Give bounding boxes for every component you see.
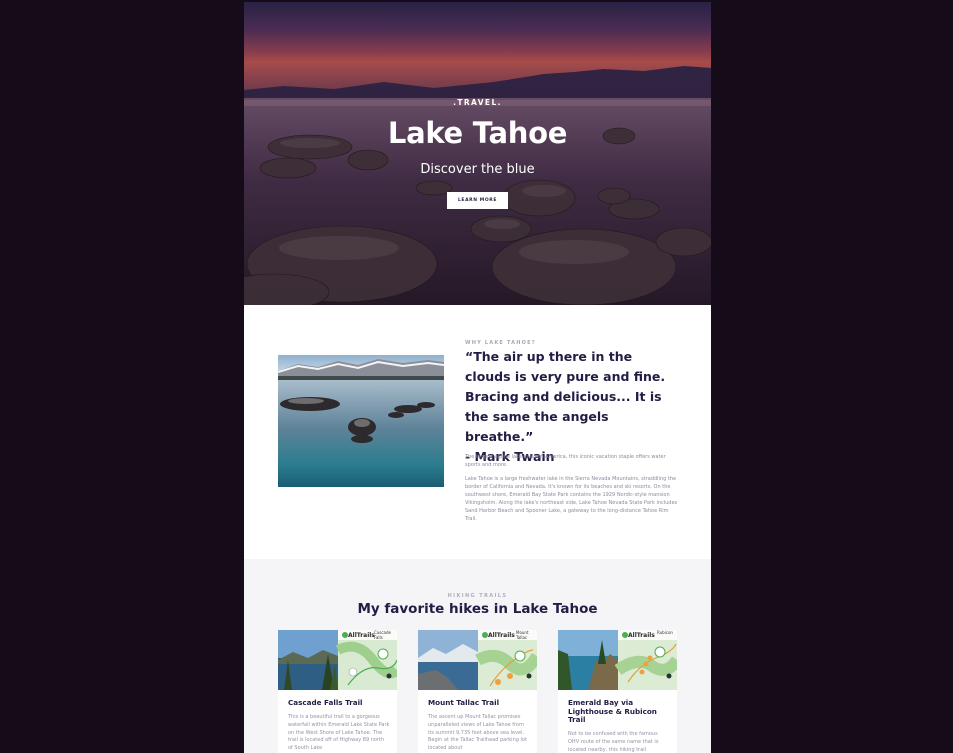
card-description: This is a beautiful trail to a gorgeous …	[288, 714, 390, 752]
about-section: WHY LAKE TAHOE? “The air up there in the…	[244, 305, 711, 559]
hero-section: .TRAVEL. Lake Tahoe Discover the blue LE…	[244, 2, 711, 305]
map-label: Mount Tallac	[516, 630, 529, 640]
card-title: Mount Tallac Trail	[428, 698, 500, 707]
hike-card-mount-tallac[interactable]: AllTrails Mount Tallac Mount Tallac Trai…	[418, 630, 537, 753]
card-description: Not to be confused with the famous OHV r…	[568, 731, 659, 753]
about-body-paragraph: Lake Tahoe is a large freshwater lake in…	[465, 476, 678, 522]
card-description: The ascent up Mount Tallac promises unpa…	[428, 714, 527, 752]
hike-card-emerald-bay[interactable]: AllTrails Rubicon Emerald Bay via Lighth…	[558, 630, 677, 753]
card-title: Emerald Bay via Lighthouse & Rubicon Tra…	[568, 698, 657, 724]
hero-subtitle: Discover the blue	[420, 162, 535, 177]
learn-more-button[interactable]: LEARN MORE	[447, 192, 508, 209]
card-title: Cascade Falls Trail	[288, 698, 363, 707]
hero-eyebrow: .TRAVEL.	[453, 98, 502, 107]
hikes-eyebrow: HIKING TRAILS	[447, 593, 508, 599]
about-eyebrow: WHY LAKE TAHOE?	[465, 340, 536, 346]
map-brand: AllTrails	[488, 632, 515, 639]
map-label: Cascade Falls	[374, 630, 391, 640]
mark-twain-quote: “The air up there in the clouds is very …	[465, 347, 680, 467]
hikes-title: My favorite hikes in Lake Tahoe	[357, 601, 598, 617]
hero-title: Lake Tahoe	[387, 116, 568, 150]
map-brand: AllTrails	[348, 632, 375, 639]
hikes-section: HIKING TRAILS My favorite hikes in Lake …	[244, 559, 711, 753]
about-intro-paragraph: The largest alpine lake in North America…	[465, 454, 666, 468]
map-label: Rubicon	[657, 630, 673, 635]
lake-photo	[278, 355, 444, 487]
page: .TRAVEL. Lake Tahoe Discover the blue LE…	[244, 2, 711, 753]
map-brand: AllTrails	[628, 632, 655, 639]
quote-text: “The air up there in the clouds is very …	[465, 349, 666, 444]
hero-background-image	[244, 2, 711, 305]
hike-card-cascade-falls[interactable]: AllTrails Cascade Falls Cascade Falls Tr…	[278, 630, 397, 753]
trail-thumbnail	[558, 630, 677, 690]
